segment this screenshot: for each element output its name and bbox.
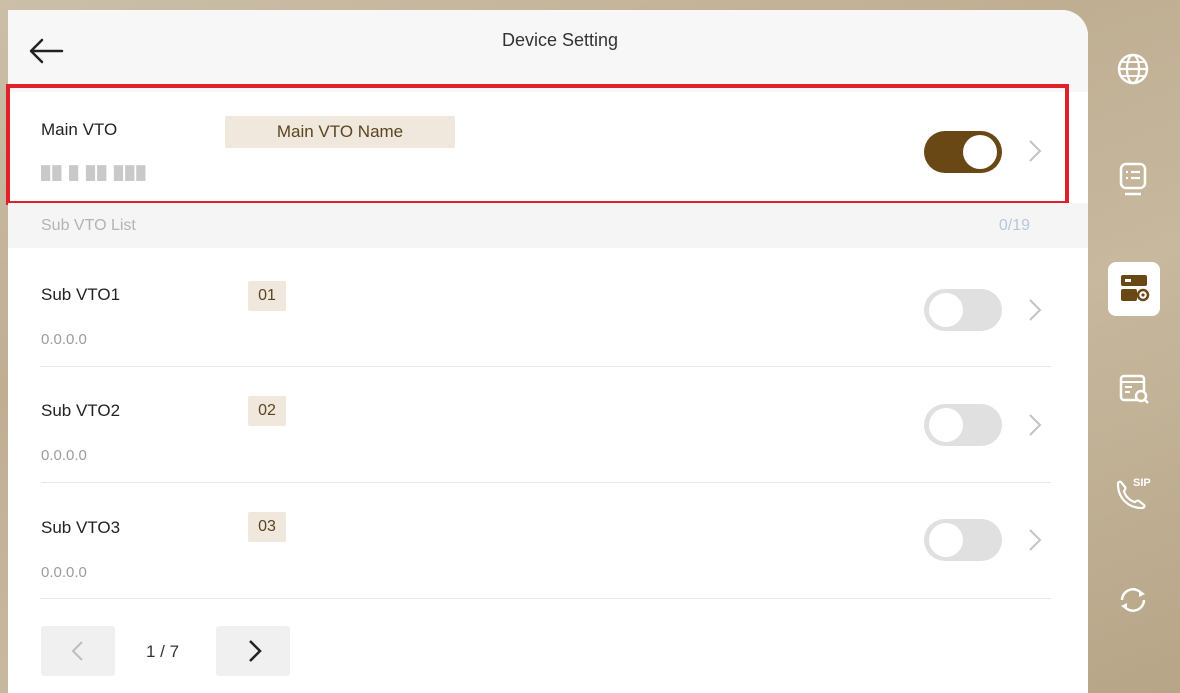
- prev-page-button[interactable]: [41, 626, 115, 676]
- sub-vto-toggle[interactable]: [924, 289, 1002, 331]
- device-search-button[interactable]: [1108, 365, 1158, 415]
- list-icon: [1119, 162, 1147, 196]
- highlight-frame: [6, 84, 1069, 205]
- refresh-button[interactable]: [1108, 575, 1158, 625]
- chevron-right-icon: [1029, 299, 1042, 321]
- next-page-button[interactable]: [216, 626, 290, 676]
- chevron-right-icon: [1029, 414, 1042, 436]
- sub-vto-toggle[interactable]: [924, 404, 1002, 446]
- toggle-knob: [929, 523, 963, 557]
- device-setting-nav-button[interactable]: [1108, 262, 1160, 316]
- globe-icon: [1117, 53, 1149, 85]
- page-indicator: 1 / 7: [146, 642, 180, 661]
- sub-vto-list-header: Sub VTO List 0/19: [8, 203, 1088, 248]
- sub-vto-chevron[interactable]: [1025, 525, 1045, 555]
- sub-vto-ip: 0.0.0.0: [41, 447, 87, 464]
- device-settings-icon: [1121, 275, 1150, 302]
- page-title: Device Setting: [501, 30, 619, 50]
- sub-vto-label: Sub VTO3: [41, 518, 121, 537]
- header-bar: [8, 10, 1088, 92]
- refresh-icon: [1120, 588, 1146, 612]
- chevron-right-icon: [249, 640, 262, 662]
- toggle-knob: [929, 408, 963, 442]
- sub-vto-list-label: Sub VTO List: [41, 217, 136, 234]
- device-search-icon: [1119, 374, 1149, 404]
- sub-vto-tag: 03: [248, 512, 286, 542]
- toggle-knob: [929, 293, 963, 327]
- row-divider: [41, 482, 1051, 483]
- chevron-left-icon: [71, 641, 83, 661]
- sub-vto-tag: 02: [248, 396, 286, 426]
- sip-call-button[interactable]: SIP: [1108, 470, 1158, 520]
- row-divider: [41, 598, 1051, 599]
- sub-vto-label: Sub VTO1: [41, 285, 121, 304]
- info-list-button[interactable]: [1108, 153, 1158, 203]
- sub-vto-tag: 01: [248, 281, 286, 311]
- sub-vto-chevron[interactable]: [1025, 410, 1045, 440]
- chevron-right-icon: [1029, 529, 1042, 551]
- network-button[interactable]: [1108, 44, 1158, 94]
- sub-vto-count: 0/19: [998, 217, 1030, 234]
- sub-vto-label: Sub VTO2: [41, 401, 121, 420]
- sub-vto-ip: 0.0.0.0: [41, 331, 87, 348]
- svg-text:SIP: SIP: [1133, 477, 1151, 489]
- row-divider: [41, 366, 1051, 367]
- sub-vto-ip: 0.0.0.0: [41, 564, 87, 581]
- sip-call-icon: SIP: [1116, 477, 1151, 510]
- sub-vto-chevron[interactable]: [1025, 295, 1045, 325]
- sub-vto-toggle[interactable]: [924, 519, 1002, 561]
